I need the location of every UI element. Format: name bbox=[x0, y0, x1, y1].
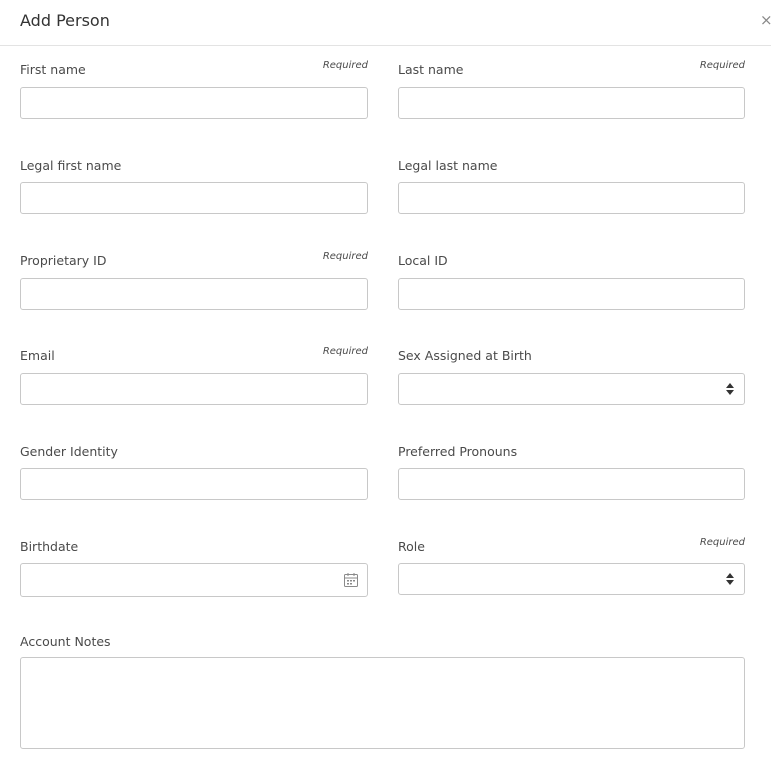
sex-assigned-at-birth-field: Sex Assigned at Birth bbox=[398, 346, 745, 405]
first-name-field: First name Required bbox=[20, 60, 368, 119]
gender-identity-input[interactable] bbox=[21, 469, 367, 499]
gender-identity-input-box[interactable] bbox=[20, 468, 368, 500]
last-name-label: Last name bbox=[398, 62, 464, 77]
legal-last-name-input-box[interactable] bbox=[398, 182, 745, 214]
last-name-input-box[interactable] bbox=[398, 87, 745, 119]
first-name-input-box[interactable] bbox=[20, 87, 368, 119]
sex-assigned-at-birth-select[interactable] bbox=[398, 373, 745, 405]
local-id-label: Local ID bbox=[398, 253, 448, 268]
gender-identity-label: Gender Identity bbox=[20, 444, 118, 459]
close-button[interactable]: × bbox=[760, 9, 771, 31]
role-label: Role bbox=[398, 539, 425, 554]
modal-title: Add Person bbox=[20, 11, 110, 30]
account-notes-label: Account Notes bbox=[20, 634, 111, 649]
preferred-pronouns-label: Preferred Pronouns bbox=[398, 444, 518, 459]
birthdate-field: Birthdate bbox=[20, 537, 368, 597]
select-arrows-icon bbox=[726, 383, 734, 395]
email-input-box[interactable] bbox=[20, 373, 368, 405]
local-id-input[interactable] bbox=[399, 279, 744, 309]
role-select[interactable] bbox=[398, 563, 745, 595]
modal-header: Add Person × bbox=[0, 0, 771, 46]
account-notes-textarea-box[interactable] bbox=[20, 657, 745, 749]
sex-assigned-at-birth-label: Sex Assigned at Birth bbox=[398, 348, 532, 363]
email-field: Email Required bbox=[20, 346, 368, 405]
last-name-input[interactable] bbox=[399, 88, 744, 118]
account-notes-textarea[interactable] bbox=[21, 658, 744, 748]
birthdate-input-box[interactable] bbox=[20, 563, 368, 597]
account-notes-field: Account Notes bbox=[20, 632, 745, 749]
gender-identity-field: Gender Identity bbox=[20, 442, 368, 500]
legal-last-name-input[interactable] bbox=[399, 183, 744, 213]
required-tag: Required bbox=[322, 346, 368, 357]
proprietary-id-input[interactable] bbox=[21, 279, 367, 309]
preferred-pronouns-field: Preferred Pronouns bbox=[398, 442, 745, 500]
legal-first-name-field: Legal first name bbox=[20, 156, 368, 214]
proprietary-id-label: Proprietary ID bbox=[20, 253, 107, 268]
legal-first-name-input[interactable] bbox=[21, 183, 367, 213]
first-name-label: First name bbox=[20, 62, 86, 77]
email-label: Email bbox=[20, 348, 55, 363]
legal-first-name-label: Legal first name bbox=[20, 158, 122, 173]
required-tag: Required bbox=[322, 60, 368, 71]
calendar-icon[interactable] bbox=[343, 572, 359, 588]
role-field: Role Required bbox=[398, 537, 745, 595]
first-name-input[interactable] bbox=[21, 88, 367, 118]
legal-first-name-input-box[interactable] bbox=[20, 182, 368, 214]
local-id-input-box[interactable] bbox=[398, 278, 745, 310]
required-tag: Required bbox=[322, 251, 368, 262]
preferred-pronouns-input-box[interactable] bbox=[398, 468, 745, 500]
birthdate-input[interactable] bbox=[21, 564, 367, 596]
add-person-modal: Add Person × First name Required Last na… bbox=[0, 0, 771, 771]
select-arrows-icon bbox=[726, 573, 734, 585]
legal-last-name-label: Legal last name bbox=[398, 158, 498, 173]
birthdate-label: Birthdate bbox=[20, 539, 79, 554]
required-tag: Required bbox=[699, 537, 745, 548]
proprietary-id-input-box[interactable] bbox=[20, 278, 368, 310]
proprietary-id-field: Proprietary ID Required bbox=[20, 251, 368, 310]
email-input[interactable] bbox=[21, 374, 367, 404]
local-id-field: Local ID bbox=[398, 251, 745, 310]
legal-last-name-field: Legal last name bbox=[398, 156, 745, 214]
preferred-pronouns-input[interactable] bbox=[399, 469, 744, 499]
required-tag: Required bbox=[699, 60, 745, 71]
last-name-field: Last name Required bbox=[398, 60, 745, 119]
